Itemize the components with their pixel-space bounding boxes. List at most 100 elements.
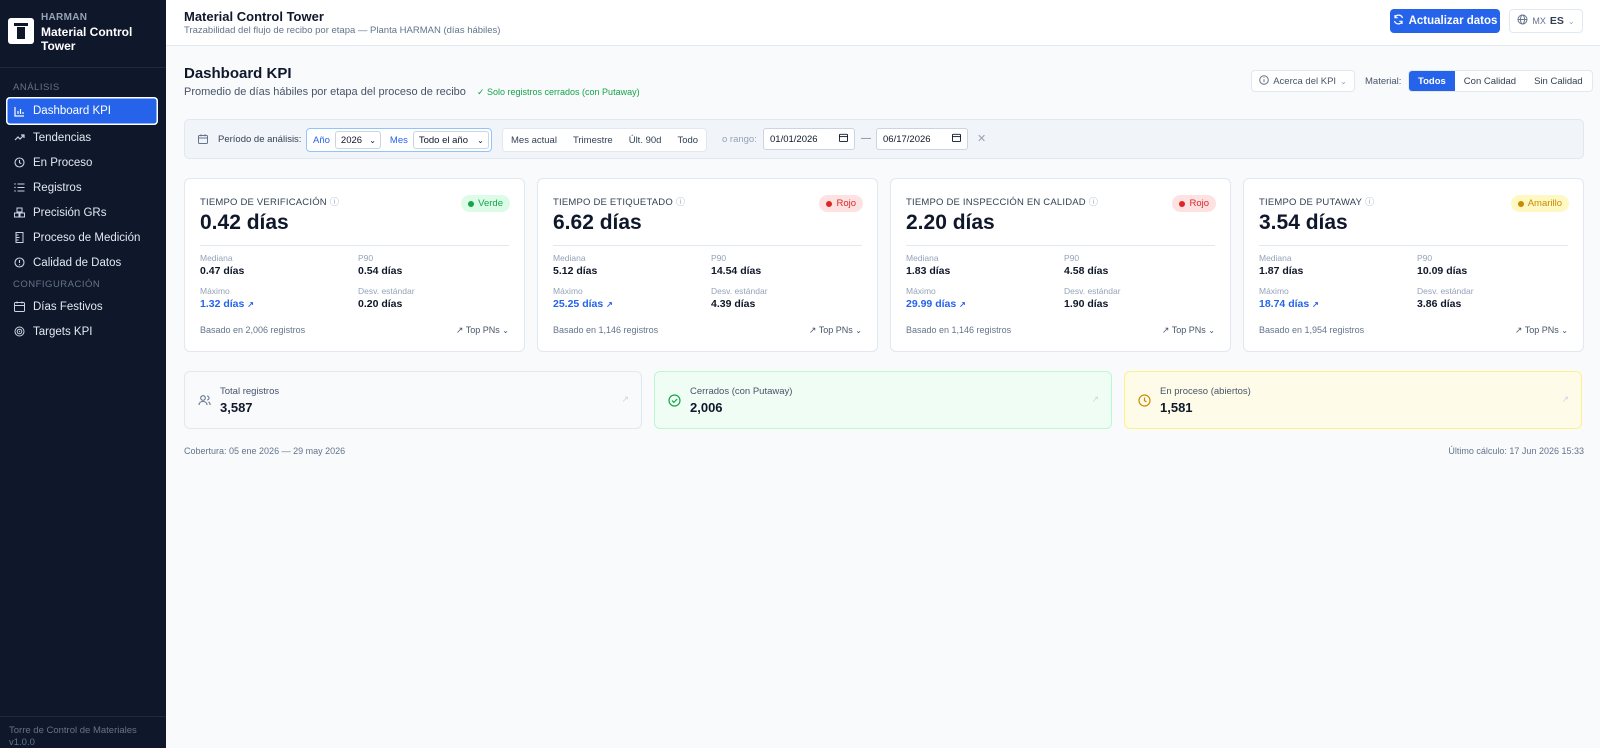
app-version: v1.0.0 <box>9 737 35 748</box>
sidebar-item-precision-grs[interactable]: Precisión GRs <box>6 200 158 225</box>
info-icon[interactable]: ⓘ <box>1089 197 1098 207</box>
stat-label: Desv. estándar <box>358 286 415 296</box>
top-pns-button[interactable]: ↗ Top PNs ⌄ <box>1515 325 1568 336</box>
brand: HARMAN Material Control Tower <box>0 0 166 68</box>
year-label: Año <box>313 134 330 146</box>
refresh-data-label: Actualizar datos <box>1408 15 1498 27</box>
sidebar-item-calidad-datos[interactable]: Calidad de Datos <box>6 250 158 275</box>
kpi-basis: Basado en 1,146 registros <box>553 325 659 335</box>
quick-range-all[interactable]: Todo <box>669 135 706 146</box>
summary-value: 1,581 <box>1160 400 1193 415</box>
kpi-value: 2.20 días <box>906 211 995 234</box>
top-pns-button[interactable]: ↗ Top PNs ⌄ <box>809 325 862 336</box>
sidebar-item-targets-kpi[interactable]: Targets KPI <box>6 319 158 344</box>
external-link-icon[interactable]: ↗ <box>1091 394 1099 405</box>
trend-icon <box>13 132 25 144</box>
stat-value: 3.86 días <box>1417 298 1462 310</box>
clear-range-icon[interactable]: ✕ <box>977 132 986 145</box>
summary-label: Cerrados (con Putaway) <box>690 386 793 397</box>
stat-value: 4.58 días <box>1064 265 1109 277</box>
chevron-down-icon: ⌄ <box>502 326 509 335</box>
kpi-title-text: TIEMPO DE ETIQUETADO <box>553 197 673 208</box>
external-link-icon[interactable]: ↗ <box>621 394 629 405</box>
sidebar-item-dias-festivos[interactable]: Días Festivos <box>6 294 158 319</box>
top-pns-button[interactable]: ↗ Top PNs ⌄ <box>456 325 509 336</box>
summary-label: Total registros <box>220 386 280 397</box>
external-link-icon: ↗ <box>247 300 254 309</box>
kpi-value: 0.42 días <box>200 211 289 234</box>
sidebar-item-label: Proceso de Medición <box>33 231 141 244</box>
month-select[interactable]: Todo el año ⌄ <box>412 131 489 149</box>
max-value-link[interactable]: 25.25 días ↗ <box>553 298 613 310</box>
language-selector[interactable]: MX ES ⌄ <box>1509 9 1583 33</box>
about-kpi-button[interactable]: Acerca del KPI ⌄ <box>1251 70 1355 92</box>
kpi-title: TIEMPO DE ETIQUETADO ⓘ <box>553 195 685 208</box>
page-subtitle: Promedio de días hábiles por etapa del p… <box>184 86 640 98</box>
refresh-icon <box>1393 14 1404 28</box>
material-option-con-calidad[interactable]: Con Calidad <box>1455 71 1525 91</box>
quick-range-current-month[interactable]: Mes actual <box>503 135 565 146</box>
kpi-title: TIEMPO DE VERIFICACIÓN ⓘ <box>200 195 339 208</box>
date-from-input[interactable]: 01/01/2026 <box>763 128 855 150</box>
sidebar-item-tendencias[interactable]: Tendencias <box>6 125 158 150</box>
sidebar-item-registros[interactable]: Registros <box>6 175 158 200</box>
kpi-value: 6.62 días <box>553 211 642 234</box>
sidebar-item-en-proceso[interactable]: En Proceso <box>6 150 158 175</box>
stat-value: 0.47 días <box>200 265 245 277</box>
coverage-text: Cobertura: 05 ene 2026 — 29 may 2026 <box>184 446 346 456</box>
external-link-icon[interactable]: ↗ <box>1561 394 1569 405</box>
material-option-sin-calidad[interactable]: Sin Calidad <box>1525 71 1592 91</box>
material-filter-label: Material: <box>1365 76 1402 87</box>
top-pns-label: Top PNs <box>1171 325 1206 335</box>
info-icon[interactable]: ⓘ <box>330 197 339 207</box>
top-pns-button[interactable]: ↗ Top PNs ⌄ <box>1162 325 1215 336</box>
tower-logo-icon <box>8 18 34 44</box>
sidebar-item-dashboard-kpi[interactable]: Dashboard KPI <box>6 97 158 125</box>
sidebar-item-label: Calidad de Datos <box>33 256 122 269</box>
sidebar-item-proceso-medicion[interactable]: Proceso de Medición <box>6 225 158 250</box>
refresh-data-button[interactable]: Actualizar datos <box>1390 9 1500 33</box>
info-icon[interactable]: ⓘ <box>1365 197 1374 207</box>
app-subtitle: Trazabilidad del flujo de recibo por eta… <box>184 25 501 36</box>
max-value-link[interactable]: 1.32 días ↗ <box>200 298 254 310</box>
brand-org: HARMAN <box>41 12 88 23</box>
external-link-icon: ↗ <box>606 300 613 309</box>
globe-icon <box>1517 14 1528 28</box>
stat-label: Máximo <box>200 286 230 296</box>
trend-icon: ↗ <box>1161 325 1170 335</box>
nav-section-config: CONFIGURACIÓN <box>13 279 101 290</box>
language-code: ES <box>1549 15 1564 27</box>
top-pns-label: Top PNs <box>465 325 500 335</box>
summary-value: 3,587 <box>220 400 253 415</box>
sidebar-item-label: Registros <box>33 181 82 194</box>
max-value-link[interactable]: 29.99 días ↗ <box>906 298 966 310</box>
status-badge: Amarillo <box>1510 195 1569 212</box>
top-pns-label: Top PNs <box>1524 325 1559 335</box>
sidebar-footer-name: Torre de Control de Materiales <box>9 725 137 736</box>
material-option-todos[interactable]: Todos <box>1409 71 1455 91</box>
stat-label: P90 <box>711 253 727 263</box>
max-value-link[interactable]: 18.74 días ↗ <box>1259 298 1319 310</box>
year-value: 2026 <box>340 134 363 146</box>
quick-range-last-90d[interactable]: Últ. 90d <box>621 135 670 146</box>
quick-range-quarter[interactable]: Trimestre <box>565 135 621 146</box>
info-icon[interactable]: ⓘ <box>676 197 685 207</box>
stat-max: Máximo 25.25 días ↗ <box>553 286 613 310</box>
summary-card[interactable]: Cerrados (con Putaway) 2,006 ↗ <box>654 371 1112 429</box>
stat-p90: P90 4.58 días <box>1064 253 1108 277</box>
kpi-card: TIEMPO DE VERIFICACIÓN ⓘ Verde 0.42 días Med… <box>184 178 525 352</box>
trend-icon: ↗ <box>455 325 464 335</box>
summary-card[interactable]: Total registros 3,587 ↗ <box>184 371 642 429</box>
stat-label: Mediana <box>553 253 586 263</box>
sidebar-item-label: Dashboard KPI <box>33 105 111 117</box>
year-select[interactable]: 2026 ⌄ <box>334 131 381 149</box>
closed-records-note: ✓ Solo registros cerrados (con Putaway) <box>476 87 640 97</box>
date-to-input[interactable]: 06/17/2026 <box>876 128 968 150</box>
chevron-down-icon: ⌄ <box>855 326 862 335</box>
summary-card[interactable]: En proceso (abiertos) 1,581 ↗ <box>1124 371 1582 429</box>
external-link-icon: ↗ <box>1312 300 1319 309</box>
stat-value: 1.87 días <box>1259 265 1304 277</box>
language-region: MX <box>1532 16 1546 26</box>
status-badge: Rojo <box>1172 195 1216 212</box>
stat-max: Máximo 1.32 días ↗ <box>200 286 254 310</box>
